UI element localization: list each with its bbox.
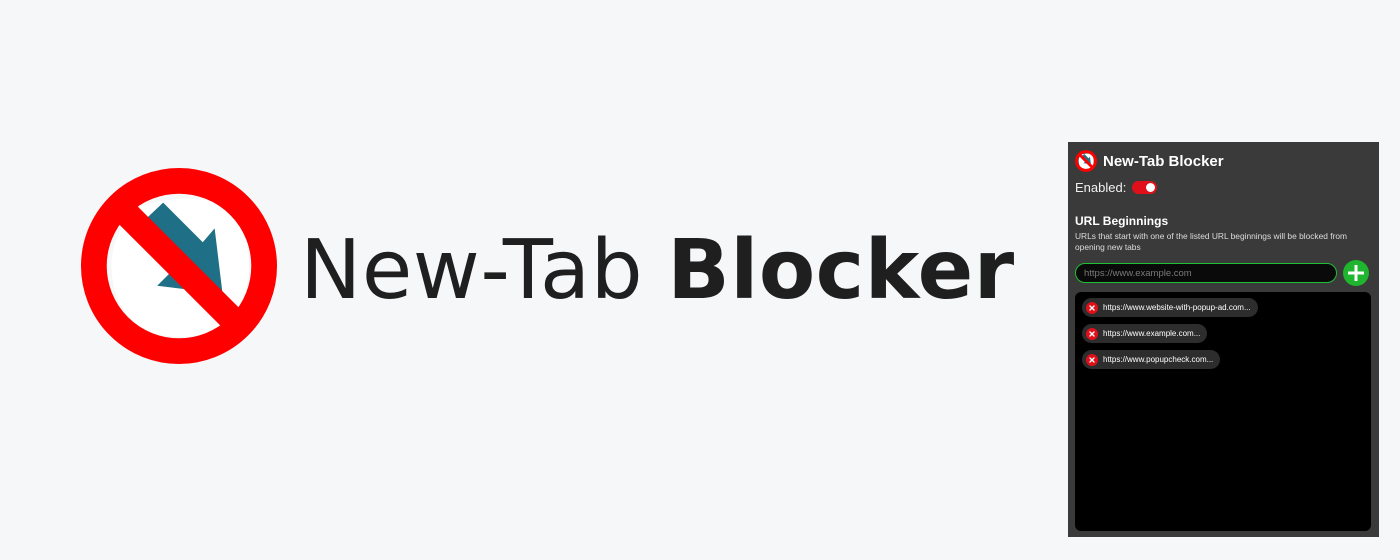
hero-title-light: New-Tab bbox=[300, 222, 644, 318]
enabled-row: Enabled: bbox=[1075, 178, 1372, 196]
url-text: https://www.website-with-popup-ad.com... bbox=[1103, 303, 1251, 312]
remove-url-button[interactable] bbox=[1086, 353, 1098, 366]
list-item: https://www.example.com... bbox=[1082, 324, 1208, 343]
popup-title: New-Tab Blocker bbox=[1103, 152, 1224, 170]
add-url-button[interactable] bbox=[1343, 260, 1369, 286]
hero-title: New-Tab Blocker bbox=[300, 205, 1015, 335]
remove-url-button[interactable] bbox=[1086, 301, 1098, 314]
list-item: https://www.popupcheck.com... bbox=[1082, 350, 1221, 369]
x-icon bbox=[1089, 330, 1095, 337]
url-text: https://www.example.com... bbox=[1103, 329, 1201, 338]
remove-url-button[interactable] bbox=[1086, 327, 1098, 340]
popup-header: New-Tab Blocker bbox=[1075, 150, 1372, 172]
section-title: URL Beginnings bbox=[1075, 214, 1169, 228]
extension-popup: New-Tab Blocker Enabled: URL Beginnings … bbox=[1068, 142, 1379, 537]
x-icon bbox=[1089, 304, 1095, 311]
list-item: https://www.website-with-popup-ad.com... bbox=[1082, 298, 1258, 317]
x-icon bbox=[1089, 356, 1095, 363]
hero-logo-icon bbox=[80, 167, 278, 365]
hero-title-bold: Blocker bbox=[667, 222, 1015, 318]
enabled-toggle[interactable] bbox=[1132, 180, 1158, 194]
input-row bbox=[1075, 260, 1372, 286]
url-input[interactable] bbox=[1075, 263, 1337, 283]
plus-icon bbox=[1348, 265, 1364, 281]
section-description: URLs that start with one of the listed U… bbox=[1075, 231, 1348, 252]
url-list: https://www.website-with-popup-ad.com...… bbox=[1075, 292, 1371, 531]
no-new-tab-logo-icon bbox=[1075, 150, 1097, 172]
url-text: https://www.popupcheck.com... bbox=[1103, 355, 1214, 364]
toggle-knob bbox=[1146, 182, 1156, 192]
enabled-label: Enabled: bbox=[1075, 179, 1127, 195]
